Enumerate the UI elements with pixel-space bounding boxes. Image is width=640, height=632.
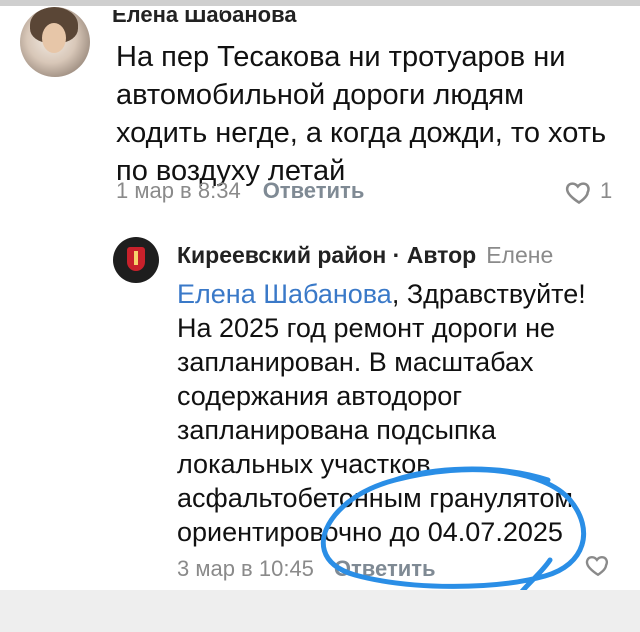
reply-text: Елена Шабанова, Здравствуйте! На 2025 го…	[177, 277, 597, 549]
bottom-bar	[0, 590, 640, 632]
reply-time: 3 мар в 10:45	[177, 556, 314, 581]
heart-icon[interactable]	[584, 552, 612, 578]
heart-icon[interactable]	[564, 178, 594, 206]
comment-meta: 1 мар в 8:34 Ответить	[116, 178, 364, 204]
community-avatar[interactable]	[113, 237, 159, 283]
reply-meta: 3 мар в 10:45 Ответить	[177, 556, 436, 582]
comments-screen: Елена Шабанова На пер Тесакова ни тротуа…	[0, 0, 640, 632]
user-avatar[interactable]	[20, 7, 90, 77]
comment-time: 1 мар в 8:34	[116, 178, 241, 203]
reply-author-name[interactable]: Киреевский район · Автор	[177, 242, 476, 269]
reply-reply-button[interactable]: Ответить	[334, 556, 436, 582]
like-count: 1	[600, 178, 613, 203]
mention-link[interactable]: Елена Шабанова	[177, 279, 392, 309]
reply-body: , Здравствуйте! На 2025 год ремонт дорог…	[177, 279, 586, 547]
avatar-face	[42, 23, 66, 53]
reply-button[interactable]: Ответить	[263, 178, 365, 204]
top-edge	[0, 0, 640, 6]
coat-of-arms-icon	[127, 247, 145, 271]
reply-to: Елене	[486, 242, 554, 268]
reply-header: Киреевский район · Автор Елене	[177, 242, 553, 269]
comment-text: На пер Тесакова ни тротуаров ни автомоби…	[116, 41, 607, 187]
